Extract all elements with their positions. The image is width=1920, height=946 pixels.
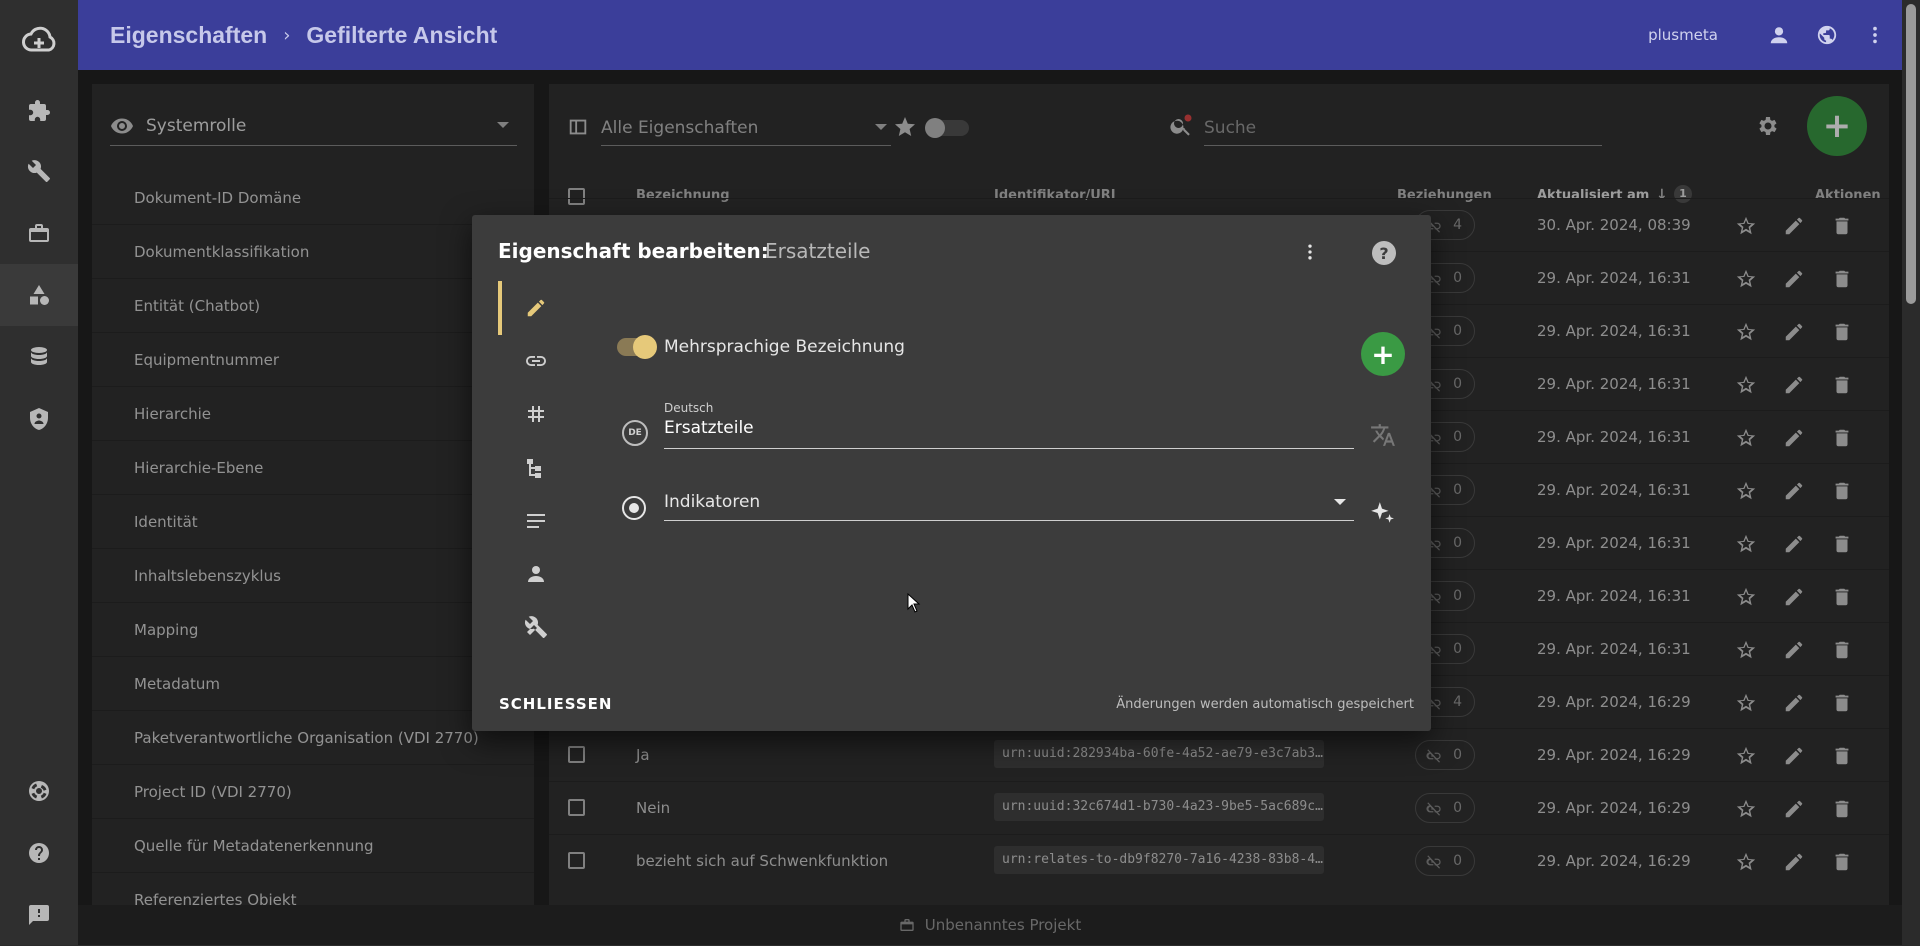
dialog-subtitle: Ersatzteile	[765, 239, 871, 263]
language-badge-de: DE	[622, 420, 648, 446]
scrollbar-thumb[interactable]	[1906, 4, 1916, 304]
multilingual-toggle-label: Mehrsprachige Bezeichnung	[664, 337, 905, 357]
label-input-caption: Deutsch	[664, 401, 714, 415]
username: plusmeta	[1648, 26, 1718, 44]
account-icon[interactable]	[1766, 22, 1792, 48]
tab-hash-icon[interactable]	[512, 390, 560, 438]
edit-property-dialog: Eigenschaft bearbeiten: Ersatzteile ? Me…	[472, 215, 1431, 731]
type-select[interactable]: Indikatoren	[664, 487, 1354, 521]
page-scrollbar[interactable]	[1902, 0, 1920, 945]
ai-sparkle-icon[interactable]	[1369, 500, 1395, 530]
tab-tools-icon[interactable]	[512, 603, 560, 651]
translate-icon[interactable]	[1370, 422, 1396, 452]
shield-user-icon[interactable]	[0, 388, 78, 450]
tab-link-icon[interactable]	[512, 337, 560, 385]
cloud-add-logo-icon[interactable]	[19, 20, 59, 60]
more-vert-icon[interactable]	[1862, 22, 1888, 48]
nav-rail	[0, 0, 78, 945]
puzzle-icon[interactable]	[0, 80, 78, 142]
tab-description-icon[interactable]	[512, 497, 560, 545]
help-icon[interactable]	[0, 822, 78, 884]
database-icon[interactable]	[0, 326, 78, 388]
mouse-cursor-icon	[907, 592, 921, 617]
tab-hierarchy-icon[interactable]	[512, 444, 560, 492]
tab-edit-pencil-icon[interactable]	[512, 284, 560, 332]
label-input-value: Ersatzteile	[664, 418, 754, 438]
briefcase-icon[interactable]	[0, 202, 78, 264]
label-input-de[interactable]: Deutsch Ersatzteile	[664, 401, 1354, 449]
dropdown-caret-icon	[1334, 499, 1346, 505]
active-tab-indicator	[498, 281, 502, 335]
help-icon[interactable]: ?	[1372, 241, 1396, 265]
tab-person-icon[interactable]	[512, 550, 560, 598]
dialog-title: Eigenschaft bearbeiten:	[498, 239, 769, 263]
toggle-knob	[633, 335, 657, 359]
breadcrumb-filtered-view: Gefilterte Ansicht	[306, 21, 498, 48]
chevron-right-icon: ›	[283, 24, 291, 46]
top-app-bar: Eigenschaften › Gefilterte Ansicht plusm…	[78, 0, 1902, 70]
feedback-icon[interactable]	[0, 884, 78, 946]
autosave-note: Änderungen werden automatisch gespeicher…	[1116, 697, 1414, 712]
shapes-icon[interactable]	[0, 264, 78, 326]
globe-icon[interactable]	[1814, 22, 1840, 48]
add-language-button[interactable]: +	[1361, 332, 1405, 376]
breadcrumb-properties[interactable]: Eigenschaften	[110, 22, 267, 49]
type-radio-icon[interactable]	[622, 496, 646, 520]
close-button[interactable]: SCHLIESSEN	[499, 695, 612, 713]
wrench-icon[interactable]	[0, 140, 78, 202]
more-vert-icon[interactable]	[1300, 242, 1320, 266]
support-icon[interactable]	[0, 760, 78, 822]
type-select-value: Indikatoren	[664, 492, 761, 512]
multilingual-toggle[interactable]	[617, 335, 657, 359]
